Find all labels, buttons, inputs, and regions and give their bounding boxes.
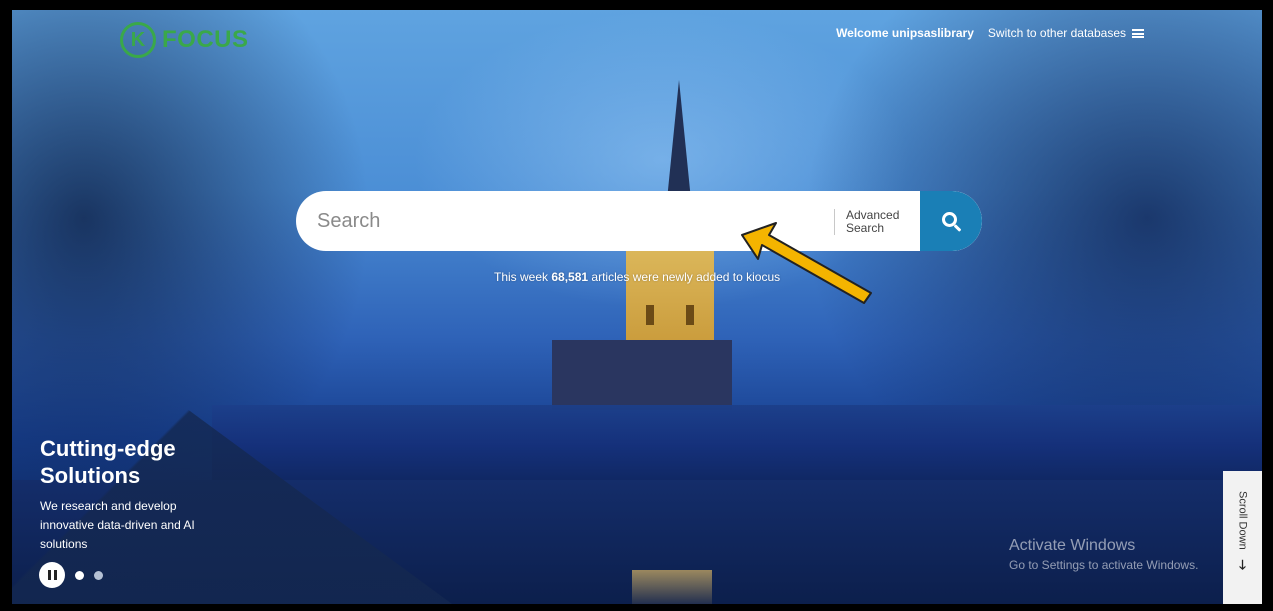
kfocus-logo[interactable]: K FOCUS — [120, 22, 249, 58]
logo-mark: K — [120, 22, 156, 58]
carousel-controls — [39, 562, 103, 588]
watermark-subtitle: Go to Settings to activate Windows. — [1009, 558, 1199, 572]
church-body — [552, 340, 732, 410]
menu-icon — [1132, 28, 1144, 38]
river-bank — [212, 405, 1262, 485]
search-icon — [941, 211, 957, 227]
watermark-title: Activate Windows — [1009, 537, 1136, 554]
tower-reflection — [632, 570, 712, 604]
promo-description: We research and develop innovative data-… — [40, 499, 195, 551]
scroll-down-label: Scroll Down — [1236, 491, 1249, 550]
tower-window — [646, 305, 654, 325]
switch-databases-label: Switch to other databases — [987, 26, 1126, 40]
weekly-stats-prefix: This week — [494, 270, 552, 284]
search-bar: Advanced Search — [296, 191, 982, 251]
search-button[interactable] — [920, 191, 982, 251]
top-bar: Welcome unipsaslibrary Switch to other d… — [836, 26, 1144, 40]
carousel-dot[interactable] — [75, 570, 84, 580]
arrow-down-icon: 🡓 — [1239, 556, 1246, 572]
screenshot-frame: K FOCUS Welcome unipsaslibrary Switch to… — [0, 0, 1273, 611]
pause-button[interactable] — [39, 562, 65, 588]
annotation-arrow-icon — [741, 222, 872, 304]
logo-text: FOCUS — [162, 26, 249, 53]
welcome-text: Welcome unipsaslibrary — [836, 26, 974, 40]
tower-window — [686, 305, 694, 325]
church-spire — [667, 80, 691, 200]
pause-icon — [53, 570, 57, 580]
promo-title: Cutting-edge Solutions — [40, 436, 176, 488]
hero-background: K FOCUS Welcome unipsaslibrary Switch to… — [12, 10, 1262, 604]
pause-icon — [47, 570, 51, 580]
switch-databases-button[interactable]: Switch to other databases — [988, 26, 1144, 40]
carousel-dot-active[interactable] — [94, 570, 103, 580]
weekly-article-count: 68,581 — [551, 270, 589, 284]
scroll-down-button[interactable]: Scroll Down 🡓 — [1223, 471, 1262, 604]
activate-windows-watermark: Activate Windows Go to Settings to activ… — [1009, 537, 1198, 572]
